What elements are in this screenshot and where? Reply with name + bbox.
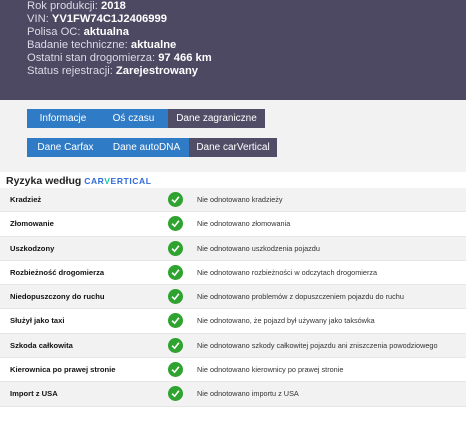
check-circle-icon (168, 192, 183, 207)
tab-dane-carfax[interactable]: Dane Carfax (27, 138, 104, 157)
risk-row: Niedopuszczony do ruchu Nie odnotowano p… (0, 285, 466, 310)
tab-os-czasu[interactable]: Oś czasu (99, 109, 168, 128)
info-vin: VIN: YV1FW74C1J2406999 (27, 13, 167, 25)
risk-row: Kradzież Nie odnotowano kradzieży (0, 188, 466, 213)
foreign-data-tabs: Dane Carfax Dane autoDNA Dane carVertica… (27, 138, 277, 157)
check-circle-icon (168, 313, 183, 329)
check-circle-icon (168, 362, 183, 378)
risk-row: Uszkodzony Nie odnotowano uszkodzenia po… (0, 236, 466, 261)
main-tabs: Informacje Oś czasu Dane zagraniczne (27, 109, 265, 128)
risk-table: Kradzież Nie odnotowano kradzieży Złomow… (0, 188, 466, 407)
risk-row: Złomowanie Nie odnotowano złomowania (0, 212, 466, 237)
tab-dane-carvertical[interactable]: Dane carVertical (189, 138, 277, 157)
risk-row: Rozbieżność drogomierza Nie odnotowano r… (0, 261, 466, 286)
tab-dane-autodna[interactable]: Dane autoDNA (104, 138, 189, 157)
info-odometer: Ostatni stan drogomierza: 97 466 km (27, 52, 212, 64)
info-inspection: Badanie techniczne: aktualne (27, 39, 177, 51)
tab-dane-zagraniczne[interactable]: Dane zagraniczne (168, 109, 265, 128)
info-insurance: Polisa OC: aktualna (27, 26, 129, 38)
check-circle-icon (168, 240, 183, 256)
risk-section-title: Ryzyka według CARVERTICAL (6, 175, 152, 187)
check-circle-icon (168, 216, 183, 232)
check-circle-icon (168, 337, 183, 353)
check-circle-icon (168, 386, 183, 402)
check-circle-icon (168, 289, 183, 305)
check-circle-icon (168, 264, 183, 280)
risk-row: Szkoda całkowita Nie odnotowano szkody c… (0, 333, 466, 359)
info-production-year: Rok produkcji: 2018 (27, 0, 126, 12)
risk-row: Służył jako taxi Nie odnotowano, że poja… (0, 309, 466, 334)
tab-informacje[interactable]: Informacje (27, 109, 99, 128)
carvertical-logo: CARVERTICAL (84, 176, 152, 186)
info-registration-status: Status rejestracji: Zarejestrowany (27, 65, 198, 77)
risk-row: Kierownica po prawej stronie Nie odnotow… (0, 358, 466, 383)
risk-row: Import z USA Nie odnotowano importu z US… (0, 382, 466, 407)
vehicle-info-header: Rok produkcji: 2018 VIN: YV1FW74C1J24069… (0, 0, 466, 100)
